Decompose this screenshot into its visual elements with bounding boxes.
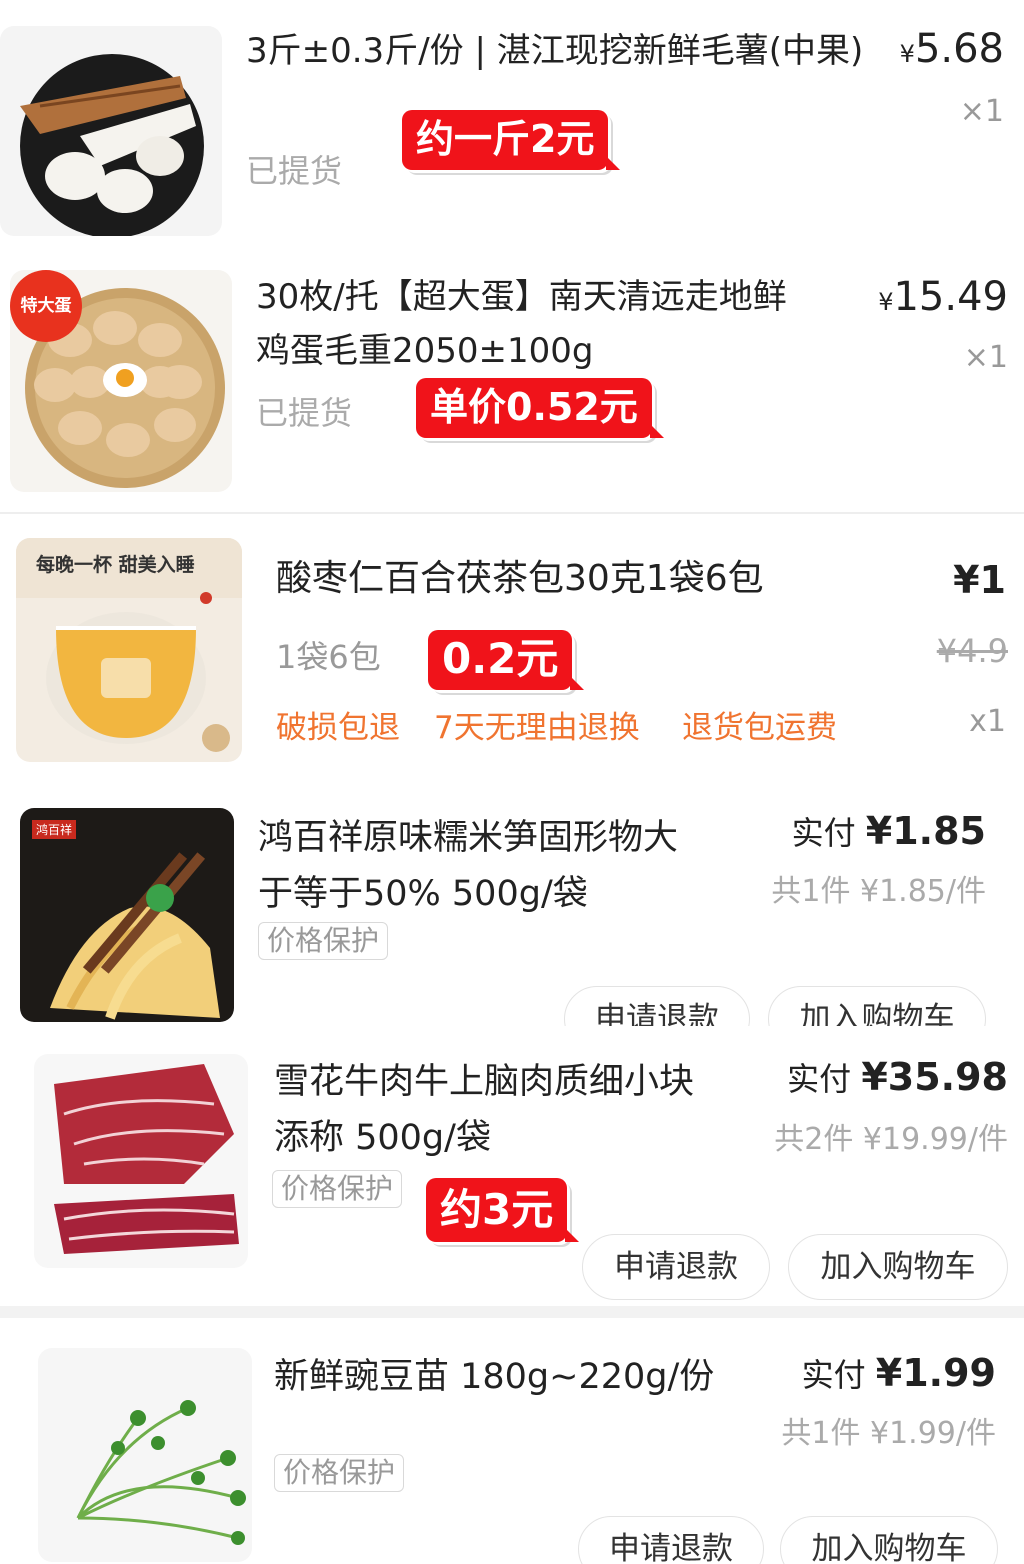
product-title[interactable]: 30枚/托【超大蛋】南天清远走地鲜 鸡蛋毛重2050±100g	[256, 270, 876, 378]
paid-amount: 实付 ¥35.98	[787, 1054, 1008, 1100]
pickup-status: 已提货	[246, 152, 343, 190]
product-price: ¥15.49	[878, 274, 1008, 320]
price-protection-tag: 价格保护	[258, 922, 389, 960]
paid-amount: 实付 ¥1.99	[802, 1350, 996, 1396]
paid-amount: 实付 ¥1.85	[792, 808, 986, 854]
price-annotation-sticker: 0.2元	[428, 630, 585, 690]
product-title[interactable]: 3斤±0.3斤/份 | 湛江现挖新鲜毛薯(中果)	[246, 24, 866, 78]
product-quantity: x1	[969, 704, 1006, 739]
paid-value: ¥1.99	[875, 1351, 996, 1395]
product-spec: 1袋6包	[276, 638, 381, 676]
price-value: 15.49	[893, 274, 1008, 320]
order-item-tea[interactable]: 每晚一杯 甜美入睡 酸枣仁百合茯茶包30克1袋6包 ¥1 ¥4.9 1袋6包 0…	[0, 520, 1024, 775]
refund-button[interactable]: 申请退款	[582, 1234, 770, 1300]
price-value: 5.68	[914, 26, 1004, 72]
unit-price-summary: 共1件 ¥1.99/件	[781, 1416, 996, 1451]
refund-button[interactable]: 申请退款	[578, 1516, 764, 1564]
product-image-eggs[interactable]: 特大蛋	[10, 270, 232, 492]
brand-tag: 鸿百祥	[32, 820, 77, 839]
order-item-bamboo-shoots[interactable]: 鸿百祥 鸿百祥原味糯米笋固形物大 于等于50% 500g/袋 实付 ¥1.85 …	[0, 790, 1024, 1026]
order-item-eggs[interactable]: 特大蛋 30枚/托【超大蛋】南天清远走地鲜 鸡蛋毛重2050±100g ¥15.…	[0, 246, 1024, 512]
product-title[interactable]: 酸枣仁百合茯茶包30克1袋6包	[276, 552, 876, 606]
refund-button[interactable]: 申请退款	[564, 986, 750, 1026]
badge-xl-egg: 特大蛋	[10, 270, 82, 342]
service-7day-return: 7天无理由退换	[434, 710, 640, 746]
paid-label: 实付	[801, 1356, 866, 1394]
service-damage-refund: 破损包退	[276, 710, 400, 746]
product-image-yam[interactable]	[0, 26, 222, 236]
currency-symbol: ¥	[899, 40, 915, 68]
add-to-cart-button[interactable]: 加入购物车	[768, 986, 986, 1026]
title-line-1: 鸿百祥原味糯米笋固形物大	[258, 818, 679, 858]
title-line-2: 鸡蛋毛重2050±100g	[256, 331, 594, 371]
product-price: ¥1	[953, 558, 1006, 602]
order-item-pea-sprouts[interactable]: 新鲜豌豆苗 180g~220g/份 实付 ¥1.99 共1件 ¥1.99/件 价…	[0, 1318, 1024, 1564]
yam-photo	[20, 54, 204, 236]
price-annotation-sticker: 约一斤2元	[402, 110, 621, 170]
price-annotation-sticker: 单价0.52元	[416, 378, 664, 438]
paid-label: 实付	[787, 1060, 852, 1098]
product-image-bamboo-shoots[interactable]: 鸿百祥	[20, 808, 234, 1022]
service-return-shipping: 退货包运费	[682, 710, 837, 746]
title-line-2: 于等于50% 500g/袋	[258, 874, 588, 914]
price-protection-tag: 价格保护	[274, 1454, 405, 1492]
unit-price-summary: 共2件 ¥19.99/件	[774, 1122, 1008, 1157]
currency-symbol: ¥	[878, 288, 894, 316]
bamboo-shoots-photo	[50, 852, 220, 1020]
order-item-yam[interactable]: 3斤±0.3斤/份 | 湛江现挖新鲜毛薯(中果) ¥5.68 ×1 已提货 约一…	[0, 0, 1024, 240]
product-image-tea[interactable]: 每晚一杯 甜美入睡	[16, 538, 242, 762]
add-to-cart-button[interactable]: 加入购物车	[788, 1234, 1008, 1300]
beef-photo	[54, 1064, 239, 1254]
image-caption: 每晚一杯 甜美入睡	[36, 554, 195, 576]
title-line-1: 30枚/托【超大蛋】南天清远走地鲜	[256, 277, 787, 317]
pickup-status: 已提货	[256, 394, 353, 432]
product-image-pea-sprouts[interactable]	[38, 1348, 252, 1562]
pea-sprouts-photo	[76, 1400, 246, 1545]
title-line-1: 雪花牛肉牛上脑肉质细小块	[274, 1062, 695, 1102]
title-line-2: 添称 500g/袋	[274, 1118, 491, 1158]
product-title[interactable]: 雪花牛肉牛上脑肉质细小块 添称 500g/袋	[274, 1054, 754, 1166]
product-quantity: ×1	[963, 340, 1008, 375]
product-title[interactable]: 新鲜豌豆苗 180g~220g/份	[274, 1350, 774, 1404]
order-item-beef[interactable]: 雪花牛肉牛上脑肉质细小块 添称 500g/袋 实付 ¥35.98 共2件 ¥19…	[0, 1030, 1024, 1306]
price-protection-tag: 价格保护	[272, 1170, 403, 1208]
product-quantity: ×1	[959, 94, 1004, 129]
unit-price-summary: 共1件 ¥1.85/件	[771, 874, 986, 909]
divider	[0, 512, 1024, 514]
price-annotation-sticker: 约3元	[426, 1178, 580, 1242]
paid-value: ¥1.85	[865, 809, 986, 853]
add-to-cart-button[interactable]: 加入购物车	[780, 1516, 998, 1564]
paid-label: 实付	[791, 814, 856, 852]
product-title[interactable]: 鸿百祥原味糯米笋固形物大 于等于50% 500g/袋	[258, 810, 758, 922]
product-image-beef[interactable]	[34, 1054, 248, 1268]
product-price: ¥5.68	[900, 26, 1004, 72]
paid-value: ¥35.98	[861, 1055, 1008, 1099]
original-price: ¥4.9	[936, 632, 1008, 670]
section-gap	[0, 1306, 1024, 1318]
